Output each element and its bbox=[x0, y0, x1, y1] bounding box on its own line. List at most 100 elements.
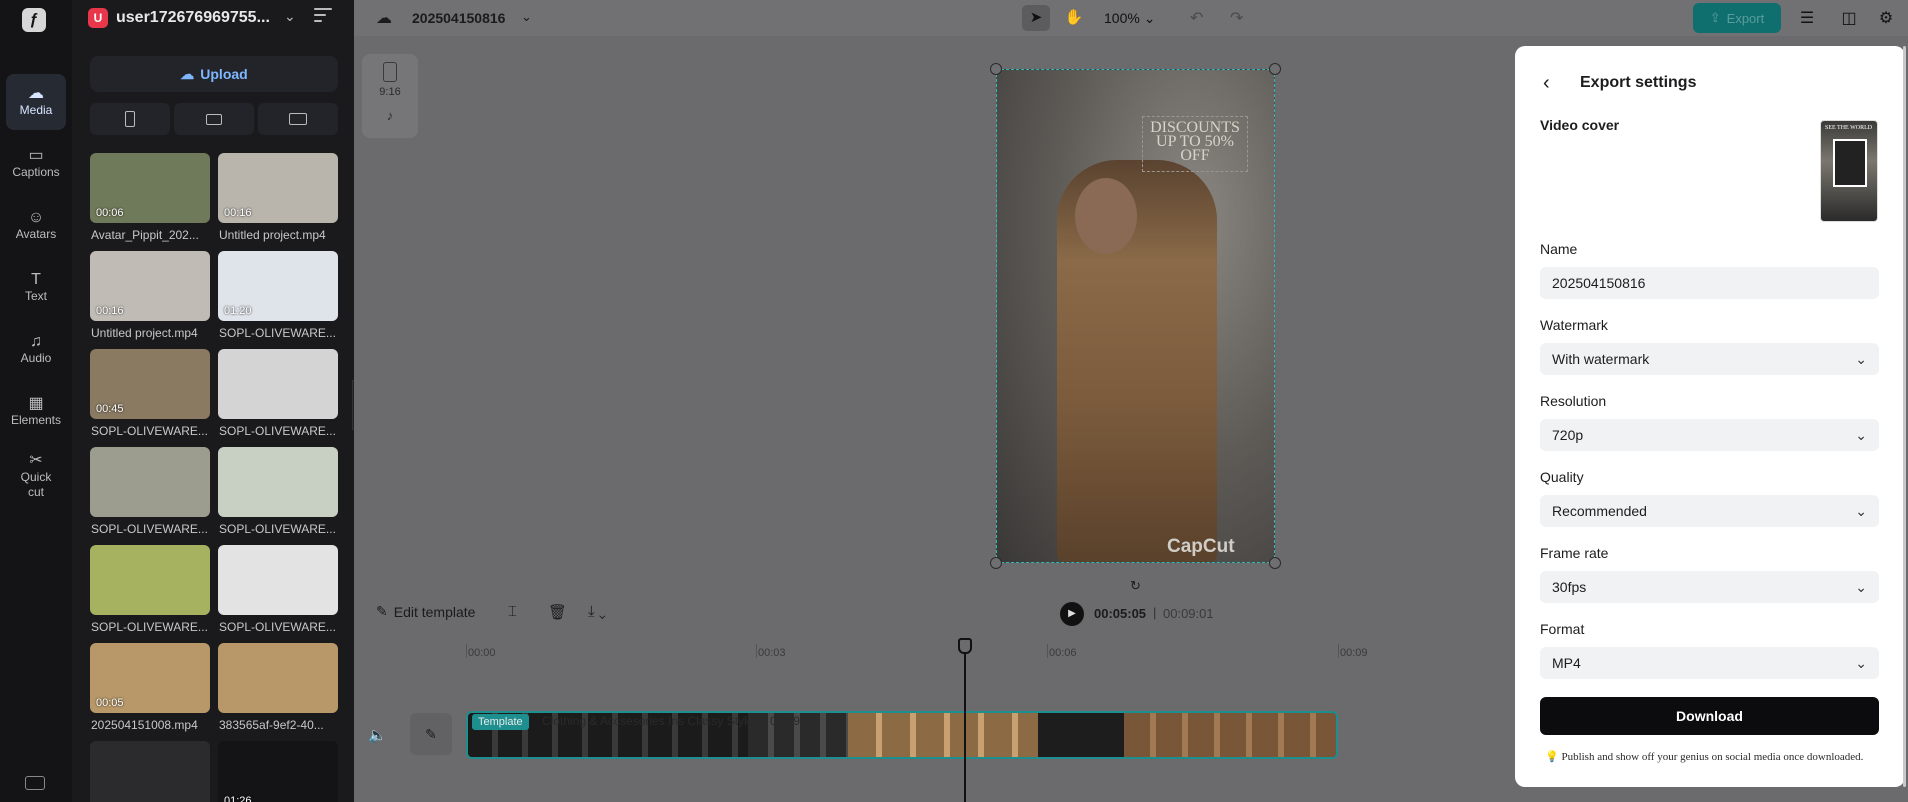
quality-label: Quality bbox=[1540, 469, 1584, 485]
name-field[interactable]: 202504150816 bbox=[1540, 267, 1879, 299]
media-thumbnail[interactable] bbox=[218, 643, 338, 713]
promo-text[interactable]: DISCOUNTS UP TO 50% OFF bbox=[1142, 116, 1248, 172]
rail-item-label: Quick cut bbox=[20, 469, 52, 499]
edit-template-button[interactable]: ✎ Edit template bbox=[376, 603, 475, 620]
avatar-icon: ☺ bbox=[27, 209, 45, 226]
resize-handle-tl[interactable] bbox=[990, 63, 1002, 75]
watermark-select[interactable]: With watermark ⌄ bbox=[1540, 343, 1879, 375]
scrollbar[interactable] bbox=[1903, 46, 1906, 787]
current-time: 00:05:05 bbox=[1094, 606, 1147, 621]
chevron-down-icon[interactable]: ⌄ bbox=[521, 9, 532, 25]
landscape-icon bbox=[289, 113, 307, 125]
rail-item-quick-cut[interactable]: ✂ Quick cut bbox=[6, 446, 66, 506]
playhead-handle[interactable] bbox=[958, 638, 972, 654]
upload-label: Upload bbox=[200, 66, 248, 82]
cloud-icon: ☁ bbox=[28, 85, 44, 102]
resize-handle-bl[interactable] bbox=[990, 557, 1002, 569]
media-duration: 00:16 bbox=[96, 305, 124, 317]
chevron-down-icon: ⌄ bbox=[1855, 426, 1867, 443]
track-segment bbox=[1124, 713, 1336, 757]
media-label: Untitled project.mp4 bbox=[219, 228, 326, 242]
export-label: Export bbox=[1726, 10, 1765, 26]
rail-item-elements[interactable]: ▦ Elements bbox=[6, 384, 66, 440]
media-thumbnail[interactable] bbox=[218, 447, 338, 517]
quality-select[interactable]: Recommended ⌄ bbox=[1540, 495, 1879, 527]
select-tool-icon[interactable]: ➤ bbox=[1022, 5, 1050, 31]
app-logo[interactable]: ƒ bbox=[22, 8, 46, 32]
ruler-label: 00:00 bbox=[468, 647, 496, 659]
media-thumbnail[interactable]: 00:16 bbox=[90, 251, 210, 321]
layers-icon[interactable]: ☰ bbox=[1797, 8, 1817, 27]
video-canvas[interactable]: DISCOUNTS UP TO 50% OFF CapCut bbox=[996, 69, 1275, 563]
keyboard-shortcuts-icon[interactable] bbox=[25, 776, 45, 790]
cloud-sync-icon: ☁ bbox=[376, 10, 392, 27]
media-label: 383565af-9ef2-40... bbox=[219, 718, 324, 732]
cover-frame bbox=[1833, 139, 1867, 187]
resize-handle-tr[interactable] bbox=[1269, 63, 1281, 75]
ruler-tick bbox=[1338, 644, 1339, 658]
export-button[interactable]: ⇪ Export bbox=[1693, 3, 1781, 33]
play-button[interactable]: ▶ bbox=[1060, 602, 1084, 626]
rail-item-captions[interactable]: ▭ Captions bbox=[6, 136, 66, 192]
media-thumbnail[interactable] bbox=[218, 545, 338, 615]
video-icon bbox=[206, 113, 222, 125]
undo-icon[interactable]: ↶ bbox=[1190, 8, 1203, 28]
playhead[interactable] bbox=[964, 641, 966, 802]
media-thumbnail[interactable] bbox=[90, 741, 210, 802]
media-thumbnail[interactable] bbox=[218, 349, 338, 419]
gear-icon[interactable]: ⚙ bbox=[1876, 8, 1896, 27]
user-switcher[interactable]: U user172676969755... bbox=[88, 6, 270, 30]
rail-item-label: Captions bbox=[12, 165, 60, 179]
media-thumbnail[interactable]: 00:16 bbox=[218, 153, 338, 223]
download-tip-text: Publish and show off your genius on soci… bbox=[1561, 751, 1864, 763]
chevron-down-icon[interactable]: ⌄ bbox=[284, 8, 296, 25]
export-icon: ⇪ bbox=[1709, 10, 1721, 25]
ruler-label: 00:09 bbox=[1340, 647, 1368, 659]
media-duration: 00:05 bbox=[96, 697, 124, 709]
rail-item-avatars[interactable]: ☺ Avatars bbox=[6, 198, 66, 254]
rail-item-text[interactable]: T Text bbox=[6, 260, 66, 316]
rail-item-audio[interactable]: ♫ Audio bbox=[6, 322, 66, 378]
tiktok-icon: ♪ bbox=[386, 108, 394, 123]
canvas-subject-head bbox=[1075, 178, 1137, 254]
resolution-select[interactable]: 720p ⌄ bbox=[1540, 419, 1879, 451]
download-button[interactable]: Download bbox=[1540, 697, 1879, 735]
aspect-ratio-label: 9:16 bbox=[379, 86, 401, 98]
delete-icon[interactable]: 🗑 bbox=[548, 603, 567, 621]
download-menu-icon[interactable]: ⤓ ⌄ bbox=[588, 603, 606, 620]
rail-item-media[interactable]: ☁ Media bbox=[6, 74, 66, 130]
upload-button[interactable]: ☁ Upload bbox=[90, 56, 338, 92]
track-duration: 00:09:01 bbox=[770, 714, 817, 728]
zoom-select[interactable]: 100% ⌄ bbox=[1104, 10, 1155, 27]
panel-menu-icon[interactable] bbox=[314, 8, 332, 24]
aspect-ratio-panel[interactable]: 9:16 ♪ bbox=[362, 54, 418, 138]
filter-portrait-button[interactable] bbox=[90, 103, 170, 135]
media-thumbnail[interactable]: 00:06 bbox=[90, 153, 210, 223]
back-arrow-icon[interactable]: ‹ bbox=[1543, 72, 1550, 95]
media-thumbnail[interactable]: 01:20 bbox=[218, 251, 338, 321]
rotate-icon[interactable]: ↻ bbox=[1130, 578, 1141, 594]
pen-icon[interactable]: ✎ bbox=[410, 713, 452, 755]
hand-tool-icon[interactable]: ✋ bbox=[1060, 5, 1088, 31]
format-select[interactable]: MP4 ⌄ bbox=[1540, 647, 1879, 679]
frame-rate-select[interactable]: 30fps ⌄ bbox=[1540, 571, 1879, 603]
frame-rate-label: Frame rate bbox=[1540, 545, 1609, 561]
media-thumbnail[interactable]: 01:26 bbox=[218, 741, 338, 802]
media-thumbnail[interactable]: 00:45 bbox=[90, 349, 210, 419]
media-thumbnail[interactable]: 00:05 bbox=[90, 643, 210, 713]
filter-landscape-button[interactable] bbox=[258, 103, 338, 135]
zoom-level: 100% bbox=[1104, 10, 1140, 26]
layout-icon[interactable]: ◫ bbox=[1839, 8, 1859, 27]
media-thumbnail[interactable] bbox=[90, 447, 210, 517]
resize-handle-br[interactable] bbox=[1269, 557, 1281, 569]
volume-icon[interactable]: 🔈 bbox=[368, 726, 387, 744]
media-thumbnail[interactable] bbox=[90, 545, 210, 615]
video-cover-thumbnail[interactable]: SEE THE WORLD bbox=[1820, 120, 1878, 222]
split-icon[interactable]: ⌶ bbox=[508, 603, 517, 620]
project-name[interactable]: 202504150816 bbox=[412, 10, 505, 26]
download-tip: 💡 Publish and show off your genius on so… bbox=[1545, 750, 1863, 763]
total-time: 00:09:01 bbox=[1163, 606, 1214, 621]
redo-icon[interactable]: ↷ bbox=[1230, 8, 1243, 28]
filter-video-button[interactable] bbox=[174, 103, 254, 135]
media-label: SOPL-OLIVEWARE... bbox=[91, 424, 208, 438]
